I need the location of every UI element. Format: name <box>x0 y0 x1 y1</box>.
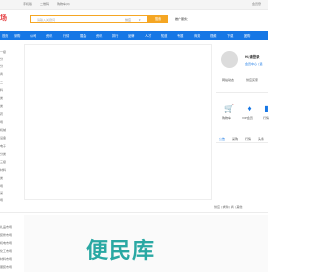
sidebar-item[interactable]: 分类 <box>0 152 6 156</box>
lower-sidebar-item[interactable]: 服装市场 <box>0 265 12 269</box>
vip-quick-link[interactable]: VIP会员 <box>242 116 253 120</box>
lower-sidebar-item[interactable]: 材料市场 <box>0 257 12 261</box>
sidebar-item[interactable]: 二 <box>0 80 3 84</box>
top-utility-bar: 手机版 二维码 购物车(0) 会员登 <box>0 0 268 10</box>
nav-item[interactable]: 排行 <box>112 33 118 38</box>
tab-purchase[interactable]: 采购 <box>232 137 238 141</box>
mobile-link[interactable]: 手机版 <box>23 2 32 6</box>
nav-item[interactable]: 人才 <box>145 33 151 38</box>
nav-item[interactable]: 专题 <box>177 33 183 38</box>
sidebar-item[interactable]: 一级 <box>0 50 6 54</box>
sidebar-item[interactable]: 类 <box>0 96 3 100</box>
nav-item[interactable]: 团购 <box>244 33 250 38</box>
divider <box>216 92 268 93</box>
sidebar-item[interactable]: 场 <box>0 184 3 188</box>
user-greeting[interactable]: Hi,请登录 <box>245 54 260 59</box>
main-nav: 首页 采购 公司 资讯 行情 展会 资讯 排行 品牌 人才 知道 专题 商务 视… <box>0 31 268 40</box>
cart-link[interactable]: 购物车(0) <box>57 2 70 6</box>
tab-divider <box>216 142 268 143</box>
nav-item[interactable]: 知道 <box>161 33 167 38</box>
vip-icon[interactable]: ♦ <box>245 104 254 113</box>
nav-item[interactable]: 商务 <box>194 33 200 38</box>
nav-item[interactable]: 下载 <box>227 33 233 38</box>
search-category-select[interactable]: 供应 <box>125 18 131 22</box>
avatar[interactable] <box>221 51 238 68</box>
lower-sidebar-item[interactable]: 装修市场 <box>0 233 12 237</box>
cart-quick-link[interactable]: 购物车 <box>222 116 231 120</box>
sidebar-item[interactable]: 料 <box>0 88 3 92</box>
sidebar-item[interactable]: 药 <box>0 112 3 116</box>
tab-headline[interactable]: 头条 <box>258 137 264 141</box>
banner-area[interactable] <box>24 44 212 200</box>
sidebar-item[interactable]: 场 <box>0 120 3 124</box>
member-center-link[interactable]: 会员中心 | 退 <box>245 62 262 66</box>
nav-item[interactable]: 展会 <box>80 33 86 38</box>
search-box[interactable]: 请输入关键词 供应 ▾ <box>30 15 148 23</box>
chart-icon[interactable]: ▮ <box>262 104 271 113</box>
market-quick-link[interactable]: 行情 <box>263 116 269 120</box>
sidebar-item[interactable]: 类 <box>0 176 3 180</box>
buyer-link[interactable]: 供应买家 <box>246 78 258 82</box>
brand-watermark: 便民库 <box>86 238 156 263</box>
sidebar-item[interactable]: 场 <box>0 198 3 202</box>
sidebar-item[interactable]: 分 <box>0 64 3 68</box>
lower-sidebar-item[interactable]: 机电市场 <box>0 241 12 245</box>
sidebar-item[interactable]: 材料 <box>0 168 6 172</box>
cart-icon[interactable]: 🛒 <box>224 104 234 113</box>
tab-notice[interactable]: 公告 <box>219 137 225 141</box>
nav-item[interactable]: 视频 <box>210 33 216 38</box>
promotion-label[interactable]: 推广服务： <box>175 17 190 21</box>
nav-item[interactable]: 采购 <box>14 33 20 38</box>
sidebar-item[interactable]: 机械 <box>0 128 6 132</box>
sidebar-item[interactable]: 商 <box>0 72 3 76</box>
lower-sidebar-item[interactable]: 礼品市场 <box>0 225 12 229</box>
sidebar-item[interactable]: 分 <box>0 57 3 61</box>
pager-tabs[interactable]: 供应 | 求购 | 商 | 其他 <box>214 205 242 209</box>
nav-item[interactable]: 行情 <box>63 33 69 38</box>
qrcode-link[interactable]: 二维码 <box>40 2 49 6</box>
nav-item[interactable]: 公司 <box>30 33 36 38</box>
search-placeholder: 请输入关键词 <box>37 18 56 22</box>
sidebar-item[interactable]: 电子 <box>0 144 6 148</box>
sidebar-item[interactable]: 设备 <box>0 136 6 140</box>
nav-item[interactable]: 首页 <box>2 33 8 38</box>
section-divider <box>0 212 268 213</box>
site-logo[interactable]: 场 <box>0 13 7 23</box>
chevron-down-icon: ▾ <box>139 18 141 22</box>
sidebar-item[interactable]: 三级 <box>0 160 6 164</box>
nav-item[interactable]: 品牌 <box>128 33 134 38</box>
search-button[interactable]: 搜索 <box>148 15 168 23</box>
nav-item[interactable]: 资讯 <box>46 33 52 38</box>
nav-item[interactable]: 资讯 <box>96 33 102 38</box>
login-link[interactable]: 会员登 <box>252 2 261 6</box>
lower-sidebar-item[interactable]: 化工市场 <box>0 249 12 253</box>
sidebar-item[interactable]: 类 <box>0 104 3 108</box>
tab-market[interactable]: 行情 <box>245 137 251 141</box>
site-news-link[interactable]: 网站动态 <box>222 78 234 82</box>
sidebar-item[interactable]: 采 <box>0 191 3 195</box>
